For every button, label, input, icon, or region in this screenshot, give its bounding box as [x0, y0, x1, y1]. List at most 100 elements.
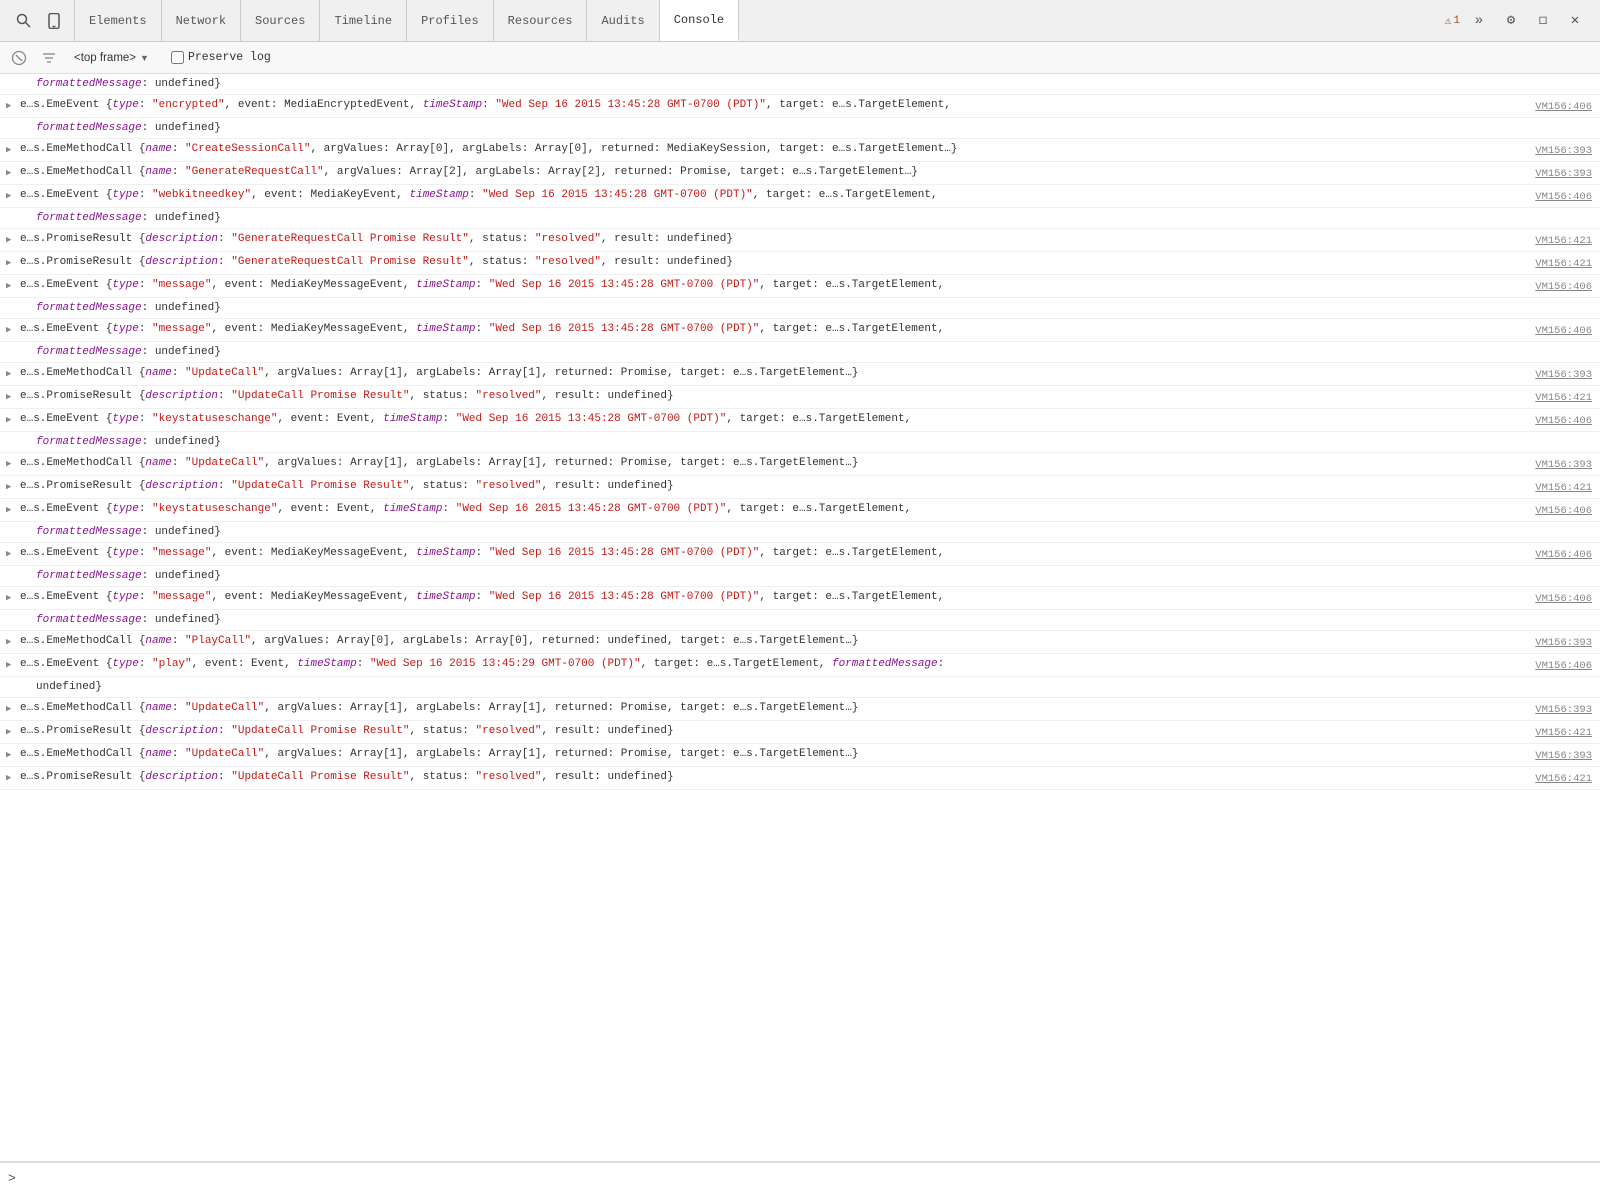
- console-prompt: >: [8, 1171, 16, 1186]
- clear-console-button[interactable]: [8, 47, 30, 69]
- log-entry[interactable]: ▶e…s.PromiseResult {description: "Genera…: [0, 252, 1600, 275]
- expand-arrow-icon[interactable]: ▶: [6, 546, 11, 562]
- log-source-link[interactable]: VM156:421: [1535, 771, 1592, 787]
- log-entry[interactable]: ▶e…s.EmeEvent {type: "message", event: M…: [0, 275, 1600, 298]
- console-toolbar: <top frame> ▼ Preserve log: [0, 42, 1600, 74]
- log-entry[interactable]: formattedMessage: undefined}: [0, 342, 1600, 363]
- mobile-device-button[interactable]: [40, 7, 68, 35]
- log-source-link[interactable]: VM156:393: [1535, 635, 1592, 651]
- log-text: undefined}: [36, 679, 1592, 695]
- expand-arrow-icon[interactable]: ▶: [6, 98, 11, 114]
- log-source-link[interactable]: VM156:393: [1535, 702, 1592, 718]
- log-entry[interactable]: formattedMessage: undefined}: [0, 208, 1600, 229]
- close-button[interactable]: ✕: [1562, 8, 1588, 34]
- log-source-link[interactable]: VM156:421: [1535, 725, 1592, 741]
- log-entry[interactable]: ▶e…s.EmeEvent {type: "keystatuseschange"…: [0, 499, 1600, 522]
- expand-arrow-icon[interactable]: ▶: [6, 255, 11, 271]
- log-entry[interactable]: ▶e…s.PromiseResult {description: "Update…: [0, 721, 1600, 744]
- log-entry[interactable]: ▶e…s.EmeMethodCall {name: "CreateSession…: [0, 139, 1600, 162]
- expand-arrow-icon[interactable]: ▶: [6, 412, 11, 428]
- log-entry[interactable]: ▶e…s.PromiseResult {description: "Update…: [0, 476, 1600, 499]
- log-entry[interactable]: formattedMessage: undefined}: [0, 432, 1600, 453]
- preserve-log-label[interactable]: Preserve log: [171, 51, 271, 64]
- log-source-link[interactable]: VM156:393: [1535, 748, 1592, 764]
- log-entry[interactable]: ▶e…s.EmeMethodCall {name: "UpdateCall", …: [0, 744, 1600, 767]
- log-text: formattedMessage: undefined}: [36, 210, 1592, 226]
- log-entry[interactable]: ▶e…s.EmeEvent {type: "webkitneedkey", ev…: [0, 185, 1600, 208]
- log-source-link[interactable]: VM156:393: [1535, 367, 1592, 383]
- log-entry[interactable]: ▶e…s.EmeEvent {type: "message", event: M…: [0, 587, 1600, 610]
- tab-elements[interactable]: Elements: [75, 0, 162, 41]
- tab-audits[interactable]: Audits: [587, 0, 659, 41]
- log-entry[interactable]: ▶e…s.EmeMethodCall {name: "PlayCall", ar…: [0, 631, 1600, 654]
- log-entry[interactable]: ▶e…s.EmeMethodCall {name: "UpdateCall", …: [0, 698, 1600, 721]
- log-entry[interactable]: formattedMessage: undefined}: [0, 522, 1600, 543]
- tab-sources[interactable]: Sources: [241, 0, 320, 41]
- log-source-link[interactable]: VM156:406: [1535, 189, 1592, 205]
- log-entry[interactable]: formattedMessage: undefined}: [0, 74, 1600, 95]
- expand-arrow-icon[interactable]: ▶: [6, 142, 11, 158]
- log-entry[interactable]: ▶e…s.EmeEvent {type: "encrypted", event:…: [0, 95, 1600, 118]
- expand-arrow-icon[interactable]: ▶: [6, 701, 11, 717]
- expand-arrow-icon[interactable]: ▶: [6, 724, 11, 740]
- log-entry[interactable]: ▶e…s.EmeMethodCall {name: "UpdateCall", …: [0, 363, 1600, 386]
- log-entry[interactable]: ▶e…s.EmeEvent {type: "message", event: M…: [0, 543, 1600, 566]
- log-source-link[interactable]: VM156:421: [1535, 480, 1592, 496]
- preserve-log-checkbox[interactable]: [171, 51, 184, 64]
- expand-arrow-icon[interactable]: ▶: [6, 634, 11, 650]
- log-source-link[interactable]: VM156:406: [1535, 323, 1592, 339]
- expand-arrow-icon[interactable]: ▶: [6, 657, 11, 673]
- log-entry[interactable]: ▶e…s.EmeEvent {type: "keystatuseschange"…: [0, 409, 1600, 432]
- tab-console[interactable]: Console: [660, 0, 739, 41]
- log-source-link[interactable]: VM156:406: [1535, 658, 1592, 674]
- expand-arrow-icon[interactable]: ▶: [6, 479, 11, 495]
- log-source-link[interactable]: VM156:393: [1535, 166, 1592, 182]
- log-source-link[interactable]: VM156:421: [1535, 233, 1592, 249]
- log-entry[interactable]: formattedMessage: undefined}: [0, 118, 1600, 139]
- tab-profiles[interactable]: Profiles: [407, 0, 494, 41]
- expand-arrow-icon[interactable]: ▶: [6, 322, 11, 338]
- log-entry[interactable]: ▶e…s.PromiseResult {description: "Genera…: [0, 229, 1600, 252]
- console-input[interactable]: [22, 1173, 1592, 1185]
- expand-arrow-icon[interactable]: ▶: [6, 278, 11, 294]
- log-source-link[interactable]: VM156:406: [1535, 99, 1592, 115]
- dock-button[interactable]: ◻: [1530, 8, 1556, 34]
- log-source-link[interactable]: VM156:406: [1535, 413, 1592, 429]
- expand-arrow-icon[interactable]: ▶: [6, 232, 11, 248]
- expand-arrow-icon[interactable]: ▶: [6, 590, 11, 606]
- log-source-link[interactable]: VM156:406: [1535, 279, 1592, 295]
- log-source-link[interactable]: VM156:406: [1535, 547, 1592, 563]
- log-source-link[interactable]: VM156:421: [1535, 390, 1592, 406]
- terminal-button[interactable]: »: [1466, 8, 1492, 34]
- expand-arrow-icon[interactable]: ▶: [6, 456, 11, 472]
- log-entry[interactable]: ▶e…s.EmeEvent {type: "message", event: M…: [0, 319, 1600, 342]
- tab-network[interactable]: Network: [162, 0, 241, 41]
- log-source-link[interactable]: VM156:406: [1535, 591, 1592, 607]
- filter-button[interactable]: [38, 47, 60, 69]
- frame-selector[interactable]: <top frame> ▼: [68, 50, 155, 66]
- log-source-link[interactable]: VM156:393: [1535, 457, 1592, 473]
- inspect-element-button[interactable]: [10, 7, 38, 35]
- log-entry[interactable]: formattedMessage: undefined}: [0, 566, 1600, 587]
- tab-resources[interactable]: Resources: [494, 0, 588, 41]
- log-entry[interactable]: ▶e…s.EmeMethodCall {name: "UpdateCall", …: [0, 453, 1600, 476]
- log-entry[interactable]: ▶e…s.EmeEvent {type: "play", event: Even…: [0, 654, 1600, 677]
- log-entry[interactable]: ▶e…s.PromiseResult {description: "Update…: [0, 386, 1600, 409]
- log-source-link[interactable]: VM156:421: [1535, 256, 1592, 272]
- tab-timeline[interactable]: Timeline: [320, 0, 407, 41]
- expand-arrow-icon[interactable]: ▶: [6, 502, 11, 518]
- log-entry[interactable]: ▶e…s.PromiseResult {description: "Update…: [0, 767, 1600, 790]
- log-entry[interactable]: formattedMessage: undefined}: [0, 610, 1600, 631]
- log-source-link[interactable]: VM156:406: [1535, 503, 1592, 519]
- settings-button[interactable]: ⚙: [1498, 8, 1524, 34]
- log-entry[interactable]: formattedMessage: undefined}: [0, 298, 1600, 319]
- log-source-link[interactable]: VM156:393: [1535, 143, 1592, 159]
- expand-arrow-icon[interactable]: ▶: [6, 366, 11, 382]
- expand-arrow-icon[interactable]: ▶: [6, 770, 11, 786]
- expand-arrow-icon[interactable]: ▶: [6, 389, 11, 405]
- log-entry[interactable]: undefined}: [0, 677, 1600, 698]
- log-entry[interactable]: ▶e…s.EmeMethodCall {name: "GenerateReque…: [0, 162, 1600, 185]
- expand-arrow-icon[interactable]: ▶: [6, 165, 11, 181]
- expand-arrow-icon[interactable]: ▶: [6, 188, 11, 204]
- expand-arrow-icon[interactable]: ▶: [6, 747, 11, 763]
